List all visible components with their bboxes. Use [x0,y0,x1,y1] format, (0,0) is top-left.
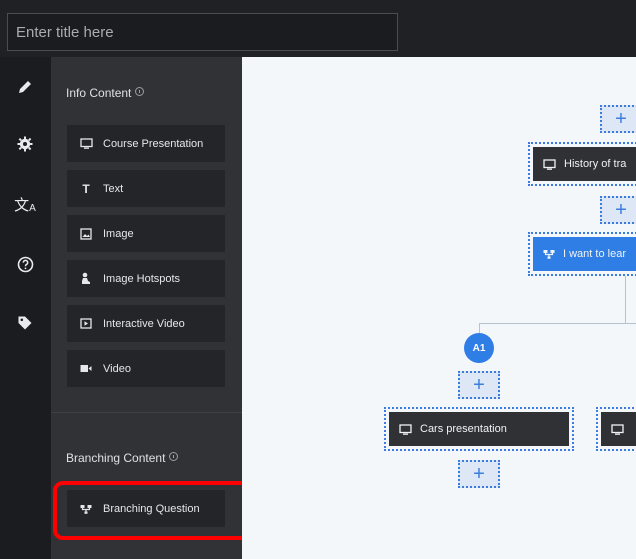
info-content-heading: Info Content [66,86,145,100]
presentation-icon [543,158,556,170]
branching-icon [543,249,555,259]
content-item-label: Text [103,182,124,195]
connector-line [625,276,626,324]
content-item-image-hotspots[interactable]: Image Hotspots [67,260,225,297]
info-icon [169,452,179,461]
top-bar [0,0,636,57]
add-node-button[interactable]: + [600,105,636,133]
content-item-image[interactable]: Image [67,215,225,252]
connector-line [479,323,636,324]
icon-rail: 文A [0,57,51,559]
node-partial[interactable] [596,407,636,451]
content-item-course-presentation[interactable]: Course Presentation [67,125,225,162]
gear-icon[interactable] [13,132,37,156]
node-label: I want to lear [563,248,626,260]
add-node-button[interactable]: + [458,371,500,399]
info-icon [135,87,145,96]
node-cars-presentation[interactable]: Cars presentation [384,407,574,451]
translate-icon[interactable]: 文A [13,192,37,216]
content-item-video[interactable]: Video [67,350,225,387]
tag-icon[interactable] [13,311,37,335]
node-label: Cars presentation [420,423,507,435]
presentation-icon [79,137,93,151]
hotspot-icon [79,272,93,286]
image-icon [79,227,93,241]
text-icon: T [82,181,90,196]
editor-canvas[interactable]: + History of tra + I want to lear A1 + C… [242,57,636,559]
node-label: History of tra [564,158,627,170]
title-input[interactable] [7,13,398,51]
content-item-label: Video [103,362,131,375]
presentation-icon [611,423,624,435]
content-item-label: Interactive Video [103,317,185,330]
interactive-video-icon [79,317,93,331]
node-history[interactable]: History of tra [528,142,636,186]
branching-content-heading: Branching Content [66,451,179,465]
node-branching-question[interactable]: I want to lear [528,232,636,276]
pencil-icon[interactable] [13,75,37,99]
add-node-button[interactable]: + [600,196,636,224]
presentation-icon [399,423,412,435]
video-icon [79,362,93,376]
highlight-box [53,481,252,540]
panel-divider [51,412,242,413]
add-node-button[interactable]: + [458,460,500,488]
content-item-text[interactable]: T Text [67,170,225,207]
content-item-interactive-video[interactable]: Interactive Video [67,305,225,342]
alternative-badge: A1 [464,333,494,363]
help-icon[interactable] [13,252,37,276]
content-item-label: Image Hotspots [103,272,181,285]
content-item-label: Course Presentation [103,137,204,150]
content-item-label: Image [103,227,134,240]
